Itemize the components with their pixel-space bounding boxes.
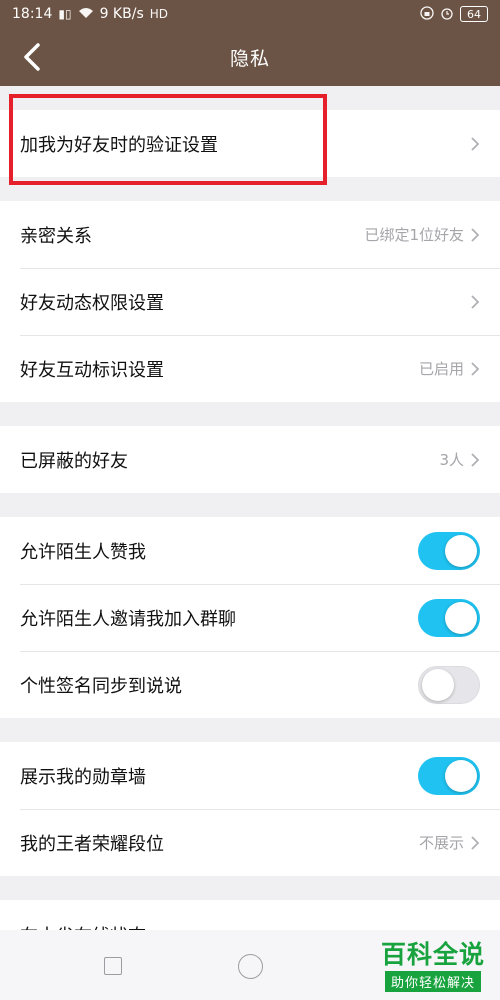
status-bar: 18:14 ▮▯ 9 KB/s HD 64: [0, 0, 500, 28]
toggle-knob: [445, 601, 477, 634]
toggle-switch[interactable]: [418, 531, 480, 570]
recent-apps-icon[interactable]: [104, 957, 122, 975]
toggle-switch[interactable]: [418, 756, 480, 795]
chevron-right-icon: [471, 136, 480, 151]
row-label: 展示我的勋章墙: [20, 766, 146, 788]
row-label: 已屏蔽的好友: [20, 450, 128, 472]
chevron-right-icon: [471, 361, 480, 376]
row-label: 在本省在线状态: [20, 922, 146, 930]
chevron-left-icon: [24, 43, 40, 71]
row-signature-sync: 个性签名同步到说说: [0, 651, 500, 718]
back-button[interactable]: [10, 35, 54, 79]
group-gap: [0, 177, 500, 201]
row-label: 我的王者荣耀段位: [20, 833, 164, 855]
row-intimate-relation[interactable]: 亲密关系 已绑定1位好友: [0, 201, 500, 268]
row-label: 允许陌生人赞我: [20, 541, 146, 563]
watermark-slogan: 助你轻松解决: [384, 971, 481, 992]
group-gap: [0, 876, 500, 900]
row-online-status[interactable]: 在本省在线状态: [0, 900, 500, 930]
chevron-right-icon: [471, 452, 480, 467]
row-value: 已启用: [418, 360, 464, 378]
row-honor-of-kings-rank[interactable]: 我的王者荣耀段位 不展示: [0, 809, 500, 876]
chevron-right-icon: [471, 835, 480, 850]
row-verify-settings[interactable]: 加我为好友时的验证设置: [0, 110, 500, 177]
row-allow-stranger-invite: 允许陌生人邀请我加入群聊: [0, 584, 500, 651]
title-bar: 隐私: [0, 28, 500, 86]
settings-list: 加我为好友时的验证设置 亲密关系 已绑定1位好友 好友动态权限设置 好友互动标识…: [0, 86, 500, 930]
row-label: 好友动态权限设置: [20, 292, 164, 314]
status-time: 18:14: [12, 6, 53, 22]
hd-icon: HD: [149, 7, 168, 21]
row-feed-permission[interactable]: 好友动态权限设置: [0, 268, 500, 335]
row-label: 亲密关系: [20, 225, 92, 247]
toggle-switch[interactable]: [418, 598, 480, 637]
row-label: 好友互动标识设置: [20, 359, 164, 381]
row-interaction-badge[interactable]: 好友互动标识设置 已启用: [0, 335, 500, 402]
group-gap: [0, 493, 500, 517]
row-blocked-friends[interactable]: 已屏蔽的好友 3人: [0, 426, 500, 493]
chevron-right-icon: [471, 294, 480, 309]
notification-icon: ▮▯: [58, 7, 72, 21]
row-value: 不展示: [418, 834, 464, 852]
row-label: 个性签名同步到说说: [20, 675, 182, 697]
toggle-knob: [445, 759, 477, 792]
relations-group: 亲密关系 已绑定1位好友 好友动态权限设置 好友互动标识设置 已启用: [0, 201, 500, 402]
verify-group: 加我为好友时的验证设置: [0, 110, 500, 177]
wifi-icon: [78, 7, 94, 22]
watermark-logo: 百科全说 助你轻松解决: [372, 940, 494, 996]
alarm-icon: [440, 6, 454, 23]
row-value: 3人: [439, 451, 464, 469]
row-value: 已绑定1位好友: [364, 226, 464, 244]
lock-icon: [420, 5, 434, 23]
blocked-group: 已屏蔽的好友 3人: [0, 426, 500, 493]
group-gap: [0, 86, 500, 110]
row-medal-wall: 展示我的勋章墙: [0, 742, 500, 809]
group-gap: [0, 402, 500, 426]
toggle-knob: [422, 668, 454, 701]
page-title: 隐私: [229, 47, 270, 70]
stranger-group: 允许陌生人赞我 允许陌生人邀请我加入群聊 个性签名同步到说说: [0, 517, 500, 718]
toggle-knob: [445, 534, 477, 567]
game-group: 展示我的勋章墙 我的王者荣耀段位 不展示: [0, 742, 500, 876]
network-speed: 9 KB/s: [99, 6, 144, 22]
row-label: 加我为好友时的验证设置: [20, 134, 218, 156]
row-label: 允许陌生人邀请我加入群聊: [20, 608, 236, 630]
battery-indicator: 64: [460, 6, 488, 22]
chevron-right-icon: [471, 227, 480, 242]
group-gap: [0, 718, 500, 742]
row-allow-stranger-like: 允许陌生人赞我: [0, 517, 500, 584]
watermark-title: 百科全说: [380, 940, 485, 969]
toggle-switch[interactable]: [418, 665, 480, 704]
home-icon[interactable]: [238, 954, 263, 979]
